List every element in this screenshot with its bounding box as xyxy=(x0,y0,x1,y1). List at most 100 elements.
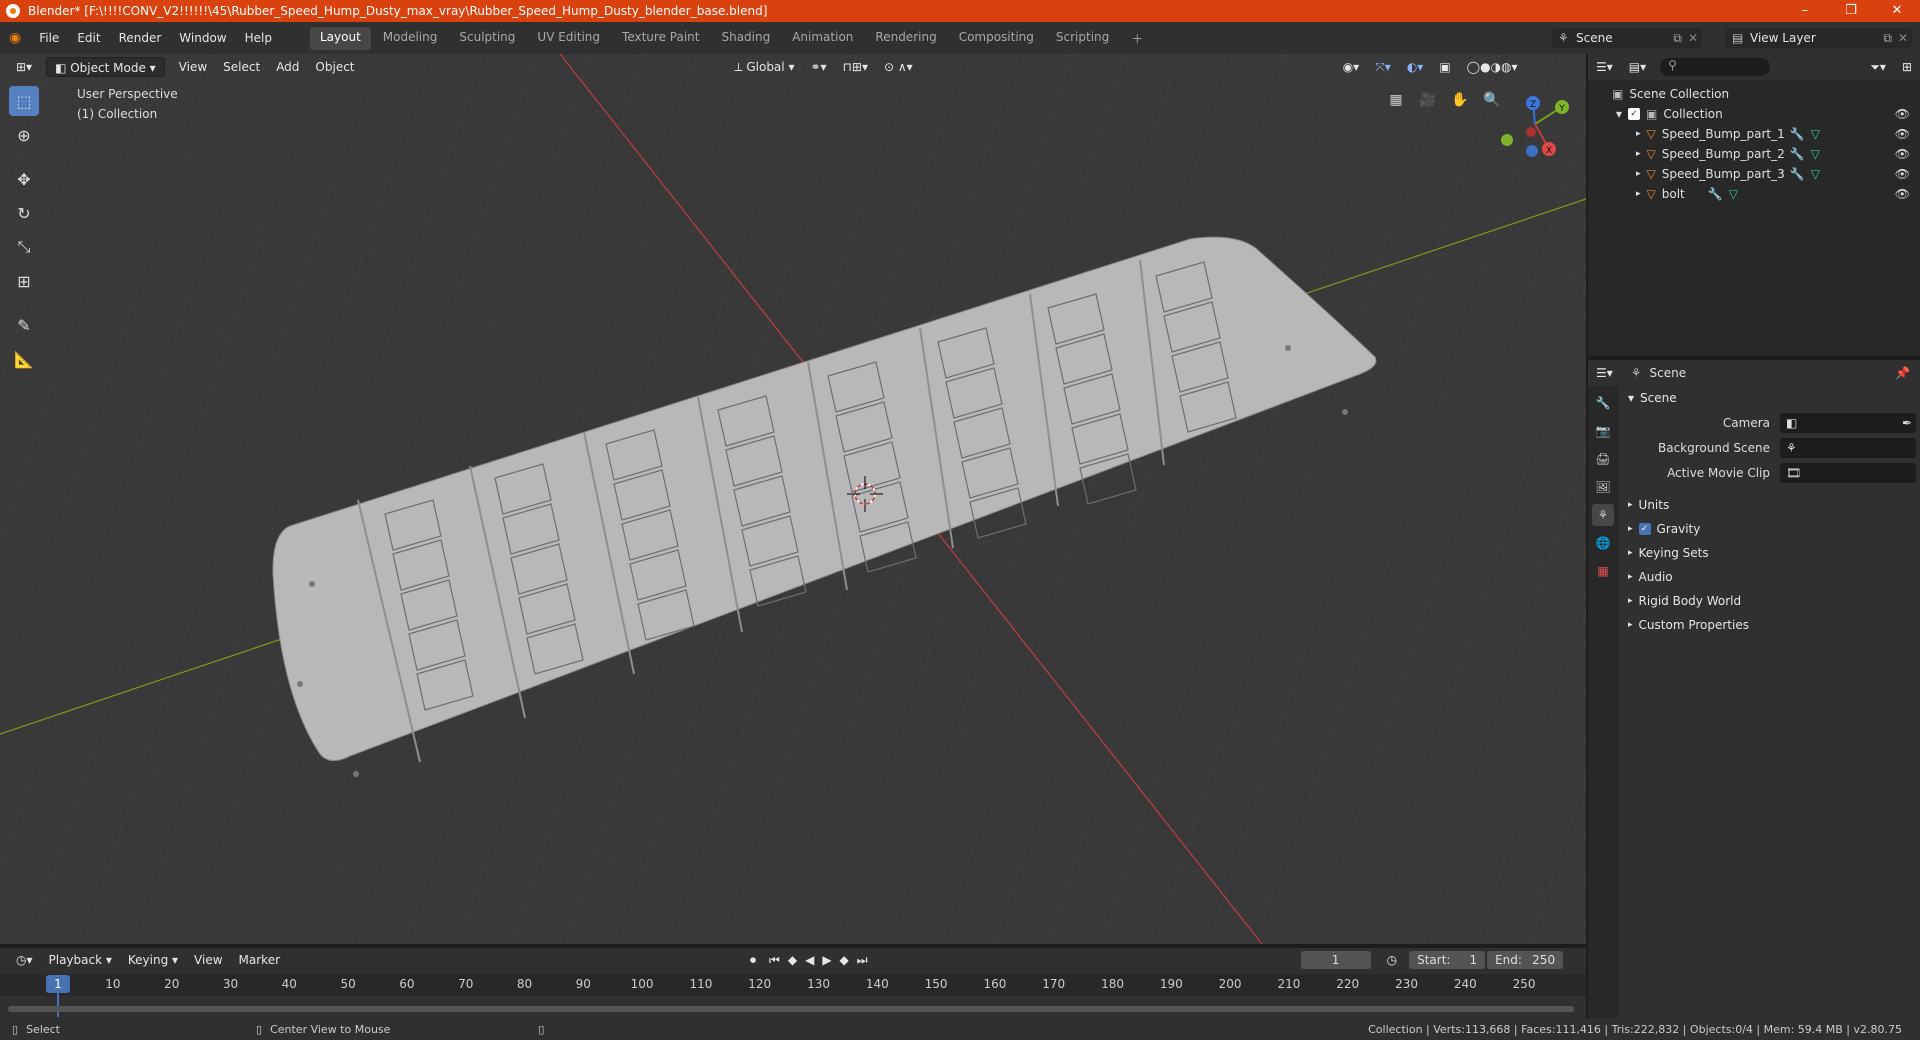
preview-range-icon[interactable]: ◷ xyxy=(1379,950,1405,970)
tab-shading[interactable]: Shading xyxy=(711,27,780,50)
menu-view[interactable]: View xyxy=(171,57,215,77)
menu-edit[interactable]: Edit xyxy=(68,22,109,54)
transform-icon[interactable]: ⊞ xyxy=(9,266,39,296)
menu-object[interactable]: Object xyxy=(307,57,362,77)
expand-arrow-icon[interactable]: ▸ xyxy=(1636,129,1641,139)
new-view-layer-icon[interactable]: ⧉ xyxy=(1883,31,1892,46)
next-keyframe-icon[interactable]: ◆ xyxy=(837,950,852,970)
move-icon[interactable]: ✥ xyxy=(9,164,39,194)
prev-keyframe-icon[interactable]: ◆ xyxy=(785,950,800,970)
proportional-edit-icon[interactable]: ⊙ ∧▾ xyxy=(876,57,921,77)
gravity-checkbox[interactable]: ✓ xyxy=(1638,523,1651,535)
eye-icon[interactable]: 👁 xyxy=(1895,187,1910,201)
tab-modeling[interactable]: Modeling xyxy=(373,27,448,50)
menu-marker[interactable]: Marker xyxy=(231,950,288,970)
timeline-editor-icon[interactable]: ◷▾ xyxy=(8,950,41,970)
tool-tab-icon[interactable]: 🔧 xyxy=(1592,392,1614,414)
camera-view-icon[interactable]: 🎥 xyxy=(1416,88,1440,112)
scene-selector[interactable]: ⚘ Scene ⧉ ✕ xyxy=(1552,28,1702,48)
pin-icon[interactable]: 📌 xyxy=(1895,366,1910,380)
modifier-icon[interactable]: 🔧 xyxy=(1790,147,1805,161)
menu-help[interactable]: Help xyxy=(236,22,281,54)
rigid-body-section[interactable]: ▸ Rigid Body World xyxy=(1618,589,1920,613)
jump-start-icon[interactable]: ⏮ xyxy=(766,950,783,970)
gravity-section[interactable]: ▸ ✓ Gravity xyxy=(1618,517,1920,541)
units-section[interactable]: ▸ Units xyxy=(1618,493,1920,517)
grid-view-icon[interactable]: ▦ xyxy=(1384,88,1408,112)
play-reverse-icon[interactable]: ◀ xyxy=(802,950,817,970)
jump-end-icon[interactable]: ⏭ xyxy=(854,950,871,970)
display-mode-icon[interactable]: ▤▾ xyxy=(1621,57,1654,77)
remove-view-layer-icon[interactable]: ✕ xyxy=(1898,31,1908,45)
scale-icon[interactable]: ⤡ xyxy=(9,232,39,262)
expand-arrow-icon[interactable]: ▸ xyxy=(1636,149,1641,159)
overlay-toggle-icon[interactable]: ◐▾ xyxy=(1399,57,1432,77)
view-layer-selector[interactable]: ▤ View Layer ⧉ ✕ xyxy=(1726,28,1912,48)
eye-icon[interactable]: 👁 xyxy=(1895,127,1910,141)
xray-icon[interactable]: ▣ xyxy=(1431,57,1458,77)
filter-icon[interactable]: ⏷▾ xyxy=(1862,57,1894,77)
pan-hand-icon[interactable]: ✋ xyxy=(1448,88,1472,112)
menu-select[interactable]: Select xyxy=(215,57,268,77)
keying-sets-section[interactable]: ▸ Keying Sets xyxy=(1618,541,1920,565)
remove-scene-icon[interactable]: ✕ xyxy=(1688,31,1698,45)
mesh-data-icon[interactable]: ▽ xyxy=(1811,147,1820,161)
menu-render[interactable]: Render xyxy=(110,22,171,54)
modifier-icon[interactable]: 🔧 xyxy=(1708,187,1723,201)
tab-texture-paint[interactable]: Texture Paint xyxy=(612,27,709,50)
end-frame-field[interactable]: End: 250 xyxy=(1487,951,1564,969)
frame-ruler[interactable]: 1 10 20 30 40 50 60 70 80 90 100 110 120 130 140 150 160… xyxy=(0,974,1586,1017)
outliner-editor-icon[interactable]: ☰▾ xyxy=(1588,57,1621,77)
tab-animation[interactable]: Animation xyxy=(782,27,863,50)
mesh-data-icon[interactable]: ▽ xyxy=(1811,127,1820,141)
tab-uv-editing[interactable]: UV Editing xyxy=(527,27,610,50)
eye-icon[interactable]: 👁 xyxy=(1895,167,1910,181)
tab-rendering[interactable]: Rendering xyxy=(865,27,946,50)
properties-editor-icon[interactable]: ☰▾ xyxy=(1588,363,1621,383)
close-button[interactable]: ✕ xyxy=(1874,0,1920,22)
output-tab-icon[interactable]: 🖨 xyxy=(1592,448,1614,470)
snap-icon[interactable]: ⊓⊞▾ xyxy=(835,57,876,77)
world-tab-icon[interactable]: 🌐 xyxy=(1592,532,1614,554)
new-scene-icon[interactable]: ⧉ xyxy=(1673,31,1682,46)
mode-selector[interactable]: ◧ Object Mode ▾ xyxy=(46,57,165,77)
orientation-selector[interactable]: ⟂ Global ▾ xyxy=(727,57,803,77)
outliner-collection[interactable]: ▾ ✓ ▣ Collection 👁 xyxy=(1588,104,1920,124)
start-frame-field[interactable]: Start: 1 xyxy=(1409,951,1486,969)
timeline-scrollbar[interactable] xyxy=(8,1006,1574,1012)
outliner-item[interactable]: ▸ ▽ Speed_Bump_part_2 🔧 ▽ 👁 xyxy=(1588,144,1920,164)
select-box-icon[interactable]: ⬚ xyxy=(9,86,39,116)
texture-tab-icon[interactable]: ▦ xyxy=(1592,560,1614,582)
expand-arrow-icon[interactable]: ▸ xyxy=(1636,169,1641,179)
current-frame-field[interactable]: 1 xyxy=(1300,951,1371,969)
maximize-button[interactable]: ❐ xyxy=(1828,0,1874,22)
visibility-icon[interactable]: ◉▾ xyxy=(1335,57,1368,77)
mesh-data-icon[interactable]: ▽ xyxy=(1729,187,1738,201)
editor-type-icon[interactable]: ⊞▾ xyxy=(8,57,40,77)
cursor-icon[interactable]: ⊕ xyxy=(9,120,39,150)
modifier-icon[interactable]: 🔧 xyxy=(1790,167,1805,181)
movie-clip-field[interactable]: 🎞 xyxy=(1780,462,1916,483)
blender-menu-icon[interactable]: ◉ xyxy=(0,22,30,54)
outliner-item[interactable]: ▸ ▽ bolt 🔧 ▽ 👁 xyxy=(1588,184,1920,204)
outliner-scene-collection[interactable]: ▣ Scene Collection xyxy=(1588,84,1920,104)
eyedropper-icon[interactable]: ✒ xyxy=(1902,416,1912,430)
rotate-icon[interactable]: ↻ xyxy=(9,198,39,228)
outliner-item[interactable]: ▸ ▽ Speed_Bump_part_3 🔧 ▽ 👁 xyxy=(1588,164,1920,184)
shading-modes-icon[interactable]: ◯●◑◍▾ xyxy=(1459,57,1526,77)
scene-tab-icon[interactable]: ⚘ xyxy=(1592,504,1614,526)
tab-scripting[interactable]: Scripting xyxy=(1046,27,1119,50)
eye-icon[interactable]: 👁 xyxy=(1895,147,1910,161)
background-scene-field[interactable]: ⚘ xyxy=(1780,437,1916,458)
menu-file[interactable]: File xyxy=(30,22,68,54)
collection-checkbox[interactable]: ✓ xyxy=(1628,108,1641,120)
pivot-icon[interactable]: ⚭▾ xyxy=(802,57,834,77)
new-collection-icon[interactable]: ⊞ xyxy=(1894,57,1920,77)
eye-icon[interactable]: 👁 xyxy=(1895,107,1910,121)
record-icon[interactable]: ⏺ xyxy=(742,950,764,970)
gizmo-toggle-icon[interactable]: ⤧▾ xyxy=(1367,57,1399,77)
measure-icon[interactable]: 📐 xyxy=(9,344,39,374)
scene-section-header[interactable]: ▾ Scene xyxy=(1618,386,1920,410)
modifier-icon[interactable]: 🔧 xyxy=(1790,127,1805,141)
expand-arrow-icon[interactable]: ▾ xyxy=(1616,107,1622,121)
